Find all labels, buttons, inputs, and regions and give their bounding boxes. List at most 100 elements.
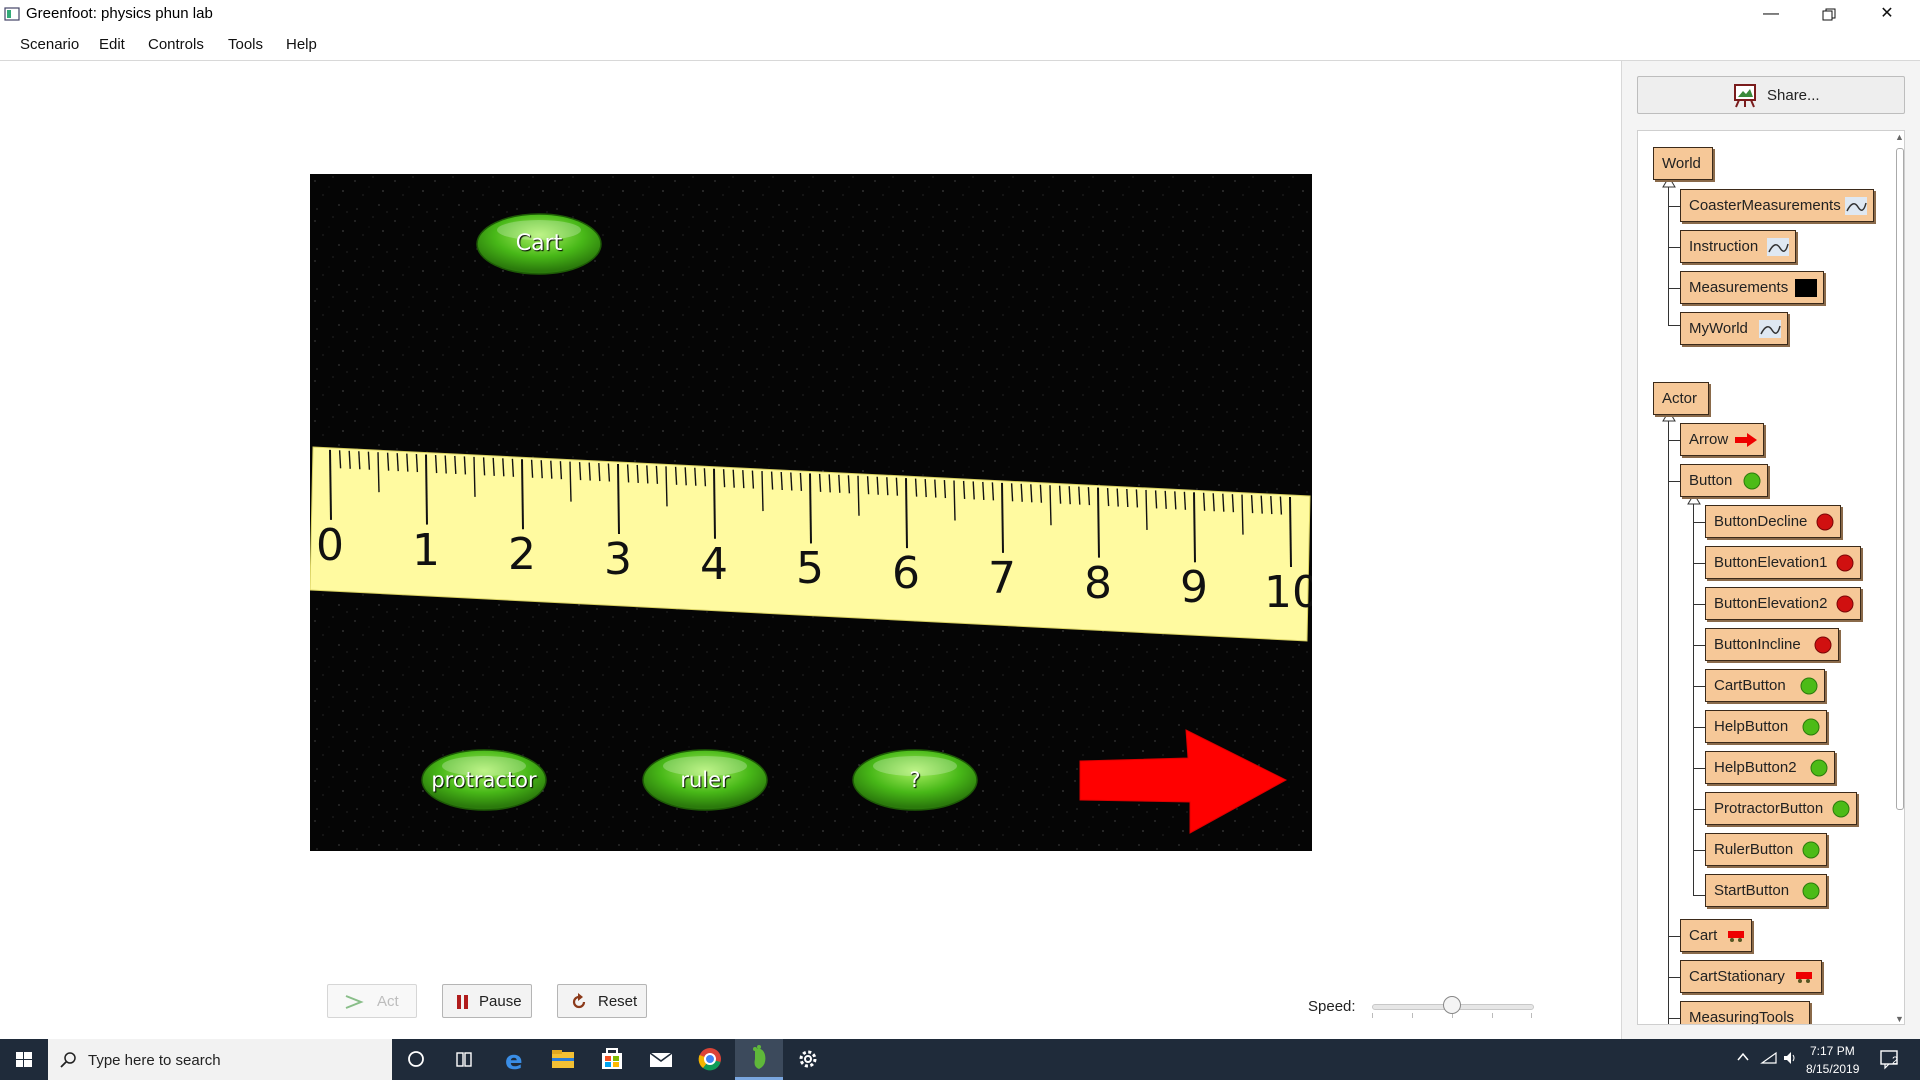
ruler-minor-tick [761, 471, 764, 512]
class-panel-scrollbar[interactable]: ▲ ▼ [1893, 132, 1904, 1024]
ruler-minor-tick [799, 472, 803, 491]
ruler-minor-tick [386, 452, 390, 471]
protractor-world-button[interactable]: protractor [420, 748, 548, 812]
ruler-minor-tick [444, 455, 447, 474]
class-instruction[interactable]: Instruction [1680, 230, 1796, 263]
ruler-minor-tick [1270, 496, 1273, 515]
settings-gear-icon[interactable] [784, 1039, 832, 1080]
cart-world-button[interactable]: Cart [475, 212, 603, 276]
ruler-minor-tick [588, 462, 591, 481]
minimize-icon[interactable]: — [1742, 0, 1800, 30]
cortana-icon[interactable] [392, 1039, 440, 1080]
share-button[interactable]: Share... [1637, 76, 1905, 114]
ruler-minor-tick [502, 458, 505, 477]
restore-icon[interactable] [1800, 0, 1858, 30]
ruler-number-label: 9 [1180, 562, 1208, 614]
ruler-minor-tick [1126, 488, 1129, 508]
class-ruler-button[interactable]: RulerButton [1705, 833, 1827, 866]
class-button-incline[interactable]: ButtonIncline [1705, 628, 1839, 661]
scroll-down-icon[interactable]: ▼ [1895, 1014, 1904, 1024]
ruler-minor-tick [722, 469, 726, 488]
green-button-icon [1800, 677, 1818, 695]
scrollbar-thumb[interactable] [1896, 148, 1904, 810]
green-button-icon [1810, 759, 1828, 777]
class-cart-button[interactable]: CartButton [1705, 669, 1825, 702]
class-protractor-button[interactable]: ProtractorButton [1705, 792, 1857, 825]
greenfoot-taskbar-icon[interactable] [735, 1039, 783, 1080]
red-button-icon [1814, 636, 1832, 654]
class-world-label: World [1662, 155, 1701, 172]
class-help-button2[interactable]: HelpButton2 [1705, 751, 1835, 784]
ruler-minor-tick [838, 474, 841, 493]
clock-time[interactable]: 7:17 PM [1810, 1044, 1855, 1058]
ruler-number-label: 7 [988, 552, 1016, 604]
ruler-world-button[interactable]: ruler [641, 748, 769, 812]
class-label: CoasterMeasurements [1689, 197, 1841, 214]
ruler-major-tick [1097, 487, 1100, 558]
class-label: RulerButton [1714, 841, 1794, 858]
menu-tools[interactable]: Tools [228, 36, 263, 53]
class-measuring-tools[interactable]: MeasuringTools [1680, 1001, 1810, 1025]
menu-scenario[interactable]: Scenario [20, 36, 79, 53]
speed-label: Speed: [1308, 998, 1356, 1015]
class-button[interactable]: Button [1680, 464, 1768, 497]
edge-browser-icon[interactable]: e [490, 1039, 538, 1080]
ruler-minor-tick [1202, 492, 1206, 511]
ruler-minor-tick [818, 473, 822, 492]
clock-date[interactable]: 8/15/2019 [1806, 1062, 1859, 1076]
speed-slider-thumb[interactable] [1443, 996, 1461, 1014]
class-measurements[interactable]: Measurements [1680, 271, 1824, 304]
class-arrow[interactable]: Arrow [1680, 423, 1764, 456]
class-coaster-measurements[interactable]: CoasterMeasurements [1680, 189, 1874, 222]
tray-chevron-icon[interactable] [1736, 1050, 1750, 1066]
ruler-minor-tick [991, 482, 995, 501]
window-title: Greenfoot: physics phun lab [26, 5, 213, 22]
red-arrow-icon [1735, 433, 1757, 447]
help-world-button[interactable]: ? [851, 748, 979, 812]
class-help-button[interactable]: HelpButton [1705, 710, 1827, 743]
menu-help[interactable]: Help [286, 36, 317, 53]
class-button-elevation1[interactable]: ButtonElevation1 [1705, 546, 1861, 579]
close-icon[interactable]: ✕ [1858, 0, 1916, 30]
class-actor[interactable]: Actor [1653, 382, 1709, 415]
class-button-elevation2[interactable]: ButtonElevation2 [1705, 587, 1861, 620]
ruler-minor-tick [866, 476, 870, 495]
class-label: ButtonDecline [1714, 513, 1808, 530]
task-view-icon[interactable] [440, 1039, 488, 1080]
class-button-decline[interactable]: ButtonDecline [1705, 505, 1841, 538]
class-start-button[interactable]: StartButton [1705, 874, 1827, 907]
mail-icon[interactable] [637, 1039, 685, 1080]
menu-edit[interactable]: Edit [99, 36, 125, 53]
ruler-number-label: 0 [316, 519, 344, 571]
class-cart[interactable]: Cart [1680, 919, 1752, 952]
store-icon[interactable] [588, 1039, 636, 1080]
speed-slider[interactable] [1370, 994, 1536, 1020]
menu-bar: Scenario Edit Controls Tools Help [0, 30, 1920, 61]
world-canvas[interactable]: 0 1 2 3 4 5 6 7 8 9 10 Cart protractor ruler ? [310, 174, 1312, 851]
ruler-minor-tick [578, 462, 582, 481]
reset-button[interactable]: Reset [557, 984, 647, 1018]
class-world[interactable]: World [1653, 147, 1713, 180]
ruler-minor-tick [358, 451, 361, 470]
ruler-number-label: 8 [1084, 557, 1112, 609]
scroll-up-icon[interactable]: ▲ [1895, 132, 1904, 142]
windows-start-icon[interactable] [0, 1039, 48, 1080]
class-myworld[interactable]: MyWorld [1680, 312, 1788, 345]
file-explorer-icon[interactable] [539, 1039, 587, 1080]
act-button[interactable]: Act [327, 984, 417, 1018]
chrome-icon[interactable] [686, 1039, 734, 1080]
menu-controls[interactable]: Controls [148, 36, 204, 53]
pause-button[interactable]: Pause [442, 984, 532, 1018]
action-center-icon[interactable]: 2 [1878, 1048, 1902, 1070]
ruler-minor-tick [770, 471, 774, 490]
red-arrow-icon[interactable] [1078, 728, 1288, 834]
ruler-minor-tick [895, 477, 899, 496]
protractor-world-button-label: protractor [431, 768, 537, 792]
class-cart-stationary[interactable]: CartStationary [1680, 960, 1822, 993]
ruler-world-button-label: ruler [680, 768, 730, 792]
ruler-minor-tick [962, 480, 966, 500]
green-button-icon [1802, 882, 1820, 900]
class-label: MeasuringTools [1689, 1009, 1795, 1025]
wifi-icon[interactable] [1760, 1050, 1778, 1066]
volume-icon[interactable] [1782, 1050, 1800, 1066]
